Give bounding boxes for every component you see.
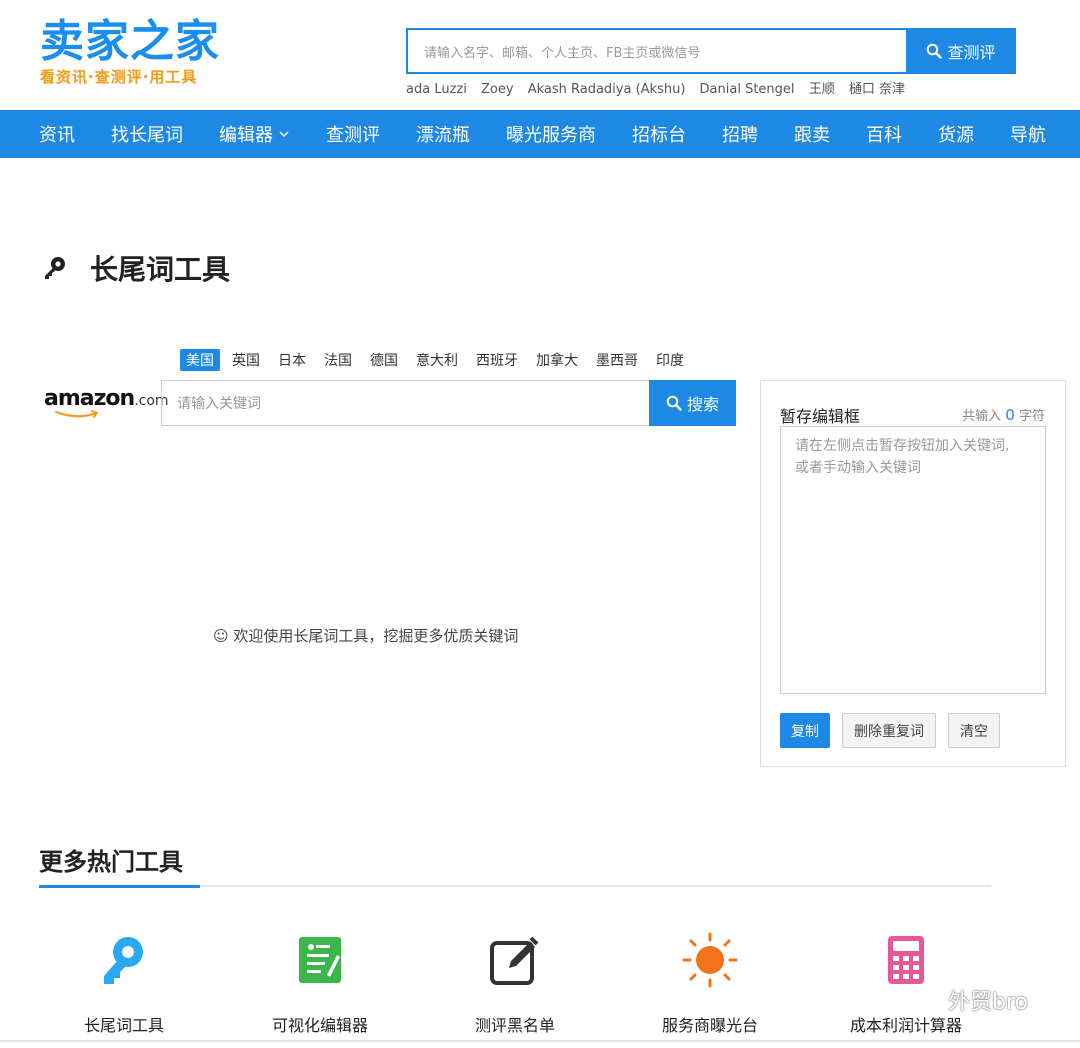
tool-visual-editor[interactable]: 可视化编辑器 [235, 930, 405, 1036]
char-count-value: 0 [1005, 406, 1015, 424]
nav-item-sourcing[interactable]: 货源 [920, 110, 992, 158]
country-tab-ca[interactable]: 加拿大 [530, 349, 584, 371]
header-search: 请输入名字、邮箱、个人主页、FB主页或微信号 查测评 [406, 28, 1016, 74]
logo-title: 卖家之家 [40, 16, 220, 67]
hot-name-link[interactable]: Akash Radadiya (Akshu) [528, 82, 686, 97]
nav-item-bottle[interactable]: 漂流瓶 [398, 110, 488, 158]
draft-textarea[interactable]: 请在左侧点击暂存按钮加入关键词, 或者手动输入关键词 [780, 426, 1046, 694]
tool-label: 可视化编辑器 [271, 1016, 368, 1035]
char-count-prefix: 共输入 [962, 409, 1002, 424]
amazon-smile-icon [54, 410, 99, 418]
tool-label: 测评黑名单 [474, 1016, 555, 1035]
nav-item-editor[interactable]: 编辑器 [201, 110, 308, 158]
chevron-down-icon [279, 131, 289, 137]
main-nav: 资讯 找长尾词 编辑器 查测评 漂流瓶 曝光服务商 招标台 招聘 跟卖 百科 货… [0, 110, 1080, 158]
country-tab-uk[interactable]: 英国 [226, 349, 266, 371]
pencil-square-icon [490, 936, 539, 985]
country-tab-mx[interactable]: 墨西哥 [590, 349, 644, 371]
header-search-input[interactable]: 请输入名字、邮箱、个人主页、FB主页或微信号 [406, 28, 906, 74]
nav-item-wiki[interactable]: 百科 [848, 110, 920, 158]
page-title: 长尾词工具 [42, 248, 230, 288]
edit-document-icon [299, 937, 341, 983]
nav-item-news[interactable]: 资讯 [0, 110, 93, 158]
draft-editor-title: 暂存编辑框 [780, 407, 861, 426]
country-tab-fr[interactable]: 法国 [318, 349, 358, 371]
country-tab-es[interactable]: 西班牙 [470, 349, 524, 371]
site-logo[interactable]: 卖家之家 看资讯·查测评·用工具 [40, 16, 220, 87]
draft-placeholder-line: 请在左侧点击暂存按钮加入关键词, [795, 438, 1010, 454]
clear-button[interactable]: 清空 [948, 713, 1000, 748]
watermark: 外贸bro [902, 984, 1028, 1016]
more-tools-title: 更多热门工具 [39, 848, 183, 876]
header-search-button[interactable]: 查测评 [906, 28, 1016, 74]
country-tab-us[interactable]: 美国 [180, 349, 220, 371]
country-tab-it[interactable]: 意大利 [410, 349, 464, 371]
tool-review-blacklist[interactable]: 测评黑名单 [430, 930, 600, 1036]
calculator-icon [888, 936, 924, 984]
page-title-text: 长尾词工具 [90, 253, 231, 286]
sun-icon [682, 932, 738, 988]
tool-profit-calculator[interactable]: 成本利润计算器 [821, 930, 991, 1036]
hot-names-list: ada Luzzi Zoey Akash Radadiya (Akshu) Da… [406, 78, 906, 97]
keyword-search-button[interactable]: 搜索 [649, 380, 736, 426]
draft-actions: 复制 删除重复词 清空 [780, 713, 1000, 748]
tool-label: 长尾词工具 [83, 1016, 164, 1035]
tool-label: 服务商曝光台 [661, 1016, 758, 1035]
char-count-suffix: 字符 [1018, 409, 1045, 424]
search-icon [666, 395, 682, 411]
copy-button[interactable]: 复制 [780, 713, 830, 748]
hot-name-link[interactable]: 樋口 奈津子 [849, 82, 906, 97]
amazon-logo: amazon.com [44, 386, 169, 418]
nav-item-editor-label: 编辑器 [219, 125, 273, 146]
nav-item-reviews[interactable]: 查测评 [308, 110, 398, 158]
section-divider-accent [39, 885, 200, 888]
nav-item-follow-sell[interactable]: 跟卖 [776, 110, 848, 158]
key-icon [104, 937, 143, 984]
remove-duplicates-button[interactable]: 删除重复词 [842, 713, 936, 748]
hot-name-link[interactable]: Zoey [481, 82, 514, 97]
tool-provider-exposure[interactable]: 服务商曝光台 [625, 930, 795, 1036]
nav-item-jobs[interactable]: 招聘 [704, 110, 776, 158]
country-tab-de[interactable]: 德国 [364, 349, 404, 371]
welcome-message: ☺ 欢迎使用长尾词工具，挖掘更多优质关键词 [213, 627, 519, 645]
country-tab-in[interactable]: 印度 [650, 349, 690, 371]
hot-name-link[interactable]: 王顺 [809, 82, 835, 97]
search-icon [927, 43, 943, 59]
nav-item-exposure[interactable]: 曝光服务商 [488, 110, 614, 158]
country-tabs: 美国 英国 日本 法国 德国 意大利 西班牙 加拿大 墨西哥 印度 [180, 349, 690, 371]
bottom-divider [0, 1040, 1080, 1042]
amazon-logo-text: amazon [44, 386, 135, 411]
hot-name-link[interactable]: ada Luzzi [406, 82, 467, 97]
char-count: 共输入 0 字符 [962, 405, 1045, 424]
tool-longtail[interactable]: 长尾词工具 [39, 930, 209, 1036]
draft-editor-panel: 暂存编辑框 共输入 0 字符 请在左侧点击暂存按钮加入关键词, 或者手动输入关键… [760, 380, 1066, 767]
keyword-search-button-label: 搜索 [686, 395, 719, 414]
country-tab-jp[interactable]: 日本 [272, 349, 312, 371]
wechat-icon [903, 986, 940, 1014]
header-search-button-label: 查测评 [947, 43, 996, 62]
draft-placeholder-line: 或者手动输入关键词 [795, 460, 921, 476]
nav-item-longtail[interactable]: 找长尾词 [93, 110, 201, 158]
hot-name-link[interactable]: Danial Stengel [700, 82, 795, 97]
keyword-search: 请输入关键词 搜索 [161, 380, 736, 426]
key-icon [45, 257, 65, 279]
nav-item-bidding[interactable]: 招标台 [614, 110, 704, 158]
logo-tagline: 看资讯·查测评·用工具 [40, 68, 198, 86]
watermark-text: 外贸bro [948, 990, 1028, 1015]
keyword-input[interactable]: 请输入关键词 [161, 380, 649, 426]
nav-item-directory[interactable]: 导航 [992, 110, 1064, 158]
